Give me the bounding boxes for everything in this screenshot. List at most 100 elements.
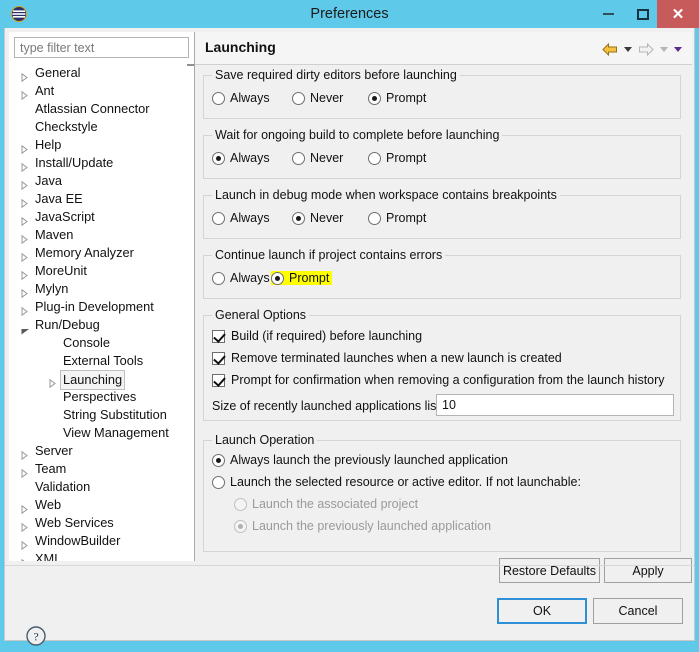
expand-arrow-icon[interactable] [21, 249, 28, 263]
radio-launch-selected-resource[interactable]: Launch the selected resource or active e… [212, 475, 581, 489]
tree-item-label: Launching [60, 370, 126, 390]
tree-item-label: External Tools [63, 353, 144, 368]
forward-button[interactable] [636, 40, 656, 58]
tree-item-label: Checkstyle [35, 119, 98, 134]
ok-button[interactable]: OK [497, 598, 587, 624]
radio-save-prompt[interactable]: Prompt [368, 91, 426, 105]
radio-label: Always [230, 91, 270, 105]
tree-item-team[interactable]: Team [9, 460, 186, 479]
expand-arrow-icon[interactable] [21, 213, 28, 227]
radio-label: Always [230, 151, 270, 165]
expand-arrow-icon[interactable] [21, 267, 28, 281]
tree-item-help[interactable]: Help [9, 136, 186, 155]
group-legend: Continue launch if project contains erro… [212, 248, 446, 262]
cancel-button[interactable]: Cancel [593, 598, 683, 624]
expand-arrow-icon[interactable] [21, 519, 28, 533]
tree-item-label: Mylyn [35, 281, 69, 296]
apply-button[interactable]: Apply [604, 558, 692, 583]
tree-item-windowbuilder[interactable]: WindowBuilder [9, 532, 186, 551]
tree-item-maven[interactable]: Maven [9, 226, 186, 245]
page-view-menu[interactable] [672, 40, 684, 58]
tree-item-label: JavaScript [35, 209, 95, 224]
tree-item-label: Ant [35, 83, 55, 98]
preferences-window: Preferences ✕ General Ant Atlassian Connec… [0, 0, 699, 647]
tree-item-validation[interactable]: Validation [9, 478, 186, 496]
radio-always-launch-previous[interactable]: Always launch the previously launched ap… [212, 453, 508, 467]
checkbox-icon [212, 373, 225, 387]
expand-arrow-icon[interactable] [21, 501, 28, 515]
recent-launch-size-input[interactable] [436, 394, 674, 416]
expand-arrow-icon[interactable] [21, 285, 28, 299]
expand-arrow-icon[interactable] [21, 159, 28, 173]
radio-wait-prompt[interactable]: Prompt [368, 151, 426, 165]
help-question-icon[interactable]: ? [25, 625, 47, 647]
tree-item-ant[interactable]: Ant [9, 82, 186, 101]
expand-arrow-icon[interactable] [21, 69, 28, 83]
radio-wait-always[interactable]: Always [212, 151, 270, 165]
tree-item-atlassian-connector[interactable]: Atlassian Connector [9, 100, 186, 118]
tree-item-external-tools[interactable]: External Tools [9, 352, 186, 370]
radio-save-always[interactable]: Always [212, 91, 270, 105]
recent-launch-size-label: Size of recently launched applications l… [212, 399, 444, 413]
tree-item-mylyn[interactable]: Mylyn [9, 280, 186, 299]
back-history-dropdown[interactable] [622, 40, 634, 58]
expand-arrow-icon[interactable] [49, 375, 56, 389]
expand-arrow-icon[interactable] [21, 303, 28, 317]
tree-item-plug-in-development[interactable]: Plug-in Development [9, 298, 186, 317]
radio-debug-never[interactable]: Never [292, 211, 343, 225]
expand-arrow-icon[interactable] [21, 537, 28, 551]
checkbox-remove-terminated-launches[interactable]: Remove terminated launches when a new la… [212, 351, 562, 365]
tree-item-javascript[interactable]: JavaScript [9, 208, 186, 227]
tree-item-label: View Management [63, 425, 169, 440]
expand-arrow-icon[interactable] [21, 87, 28, 101]
collapse-arrow-icon[interactable] [21, 322, 30, 335]
tree-item-run-debug[interactable]: Run/Debug [9, 316, 186, 335]
page-title: Launching [205, 39, 276, 55]
tree-item-checkstyle[interactable]: Checkstyle [9, 118, 186, 136]
expand-arrow-icon[interactable] [21, 177, 28, 191]
tree-item-java-ee[interactable]: Java EE [9, 190, 186, 209]
group-legend: Wait for ongoing build to complete befor… [212, 128, 503, 142]
tree-item-general[interactable]: General [9, 64, 186, 83]
radio-label: Always launch the previously launched ap… [230, 453, 508, 467]
tree-item-install-update[interactable]: Install/Update [9, 154, 186, 173]
checkbox-build-before-launching[interactable]: Build (if required) before launching [212, 329, 422, 343]
radio-debug-always[interactable]: Always [212, 211, 270, 225]
tree-scrollbar[interactable] [187, 64, 194, 66]
tree-item-perspectives[interactable]: Perspectives [9, 388, 186, 406]
tree-item-memory-analyzer[interactable]: Memory Analyzer [9, 244, 186, 263]
tree-item-web[interactable]: Web [9, 496, 186, 515]
filter-input[interactable] [14, 37, 189, 58]
radio-label: Prompt [386, 211, 427, 225]
tree-item-console[interactable]: Console [9, 334, 186, 352]
back-button[interactable] [600, 40, 620, 58]
radio-errors-always[interactable]: Always [212, 271, 270, 285]
expand-arrow-icon[interactable] [21, 465, 28, 479]
tree-item-view-management[interactable]: View Management [9, 424, 186, 442]
tree-item-server[interactable]: Server [9, 442, 186, 461]
checkbox-prompt-remove-configuration[interactable]: Prompt for confirmation when removing a … [212, 373, 665, 387]
close-button[interactable]: ✕ [657, 0, 699, 28]
tree-item-moreunit[interactable]: MoreUnit [9, 262, 186, 281]
tree-item-java[interactable]: Java [9, 172, 186, 191]
tree-item-web-services[interactable]: Web Services [9, 514, 186, 533]
radio-launch-associated-project: Launch the associated project [234, 497, 418, 511]
tree-item-label: Validation [35, 479, 91, 494]
tree-item-label: Console [63, 335, 110, 350]
tree-item-xml[interactable]: XML [9, 550, 186, 561]
expand-arrow-icon[interactable] [21, 195, 28, 209]
radio-errors-prompt[interactable]: Prompt [271, 271, 333, 285]
expand-arrow-icon[interactable] [21, 231, 28, 245]
expand-arrow-icon[interactable] [21, 555, 28, 561]
tree-item-launching[interactable]: Launching [9, 370, 186, 390]
radio-save-never[interactable]: Never [292, 91, 343, 105]
tree-item-string-substitution[interactable]: String Substitution [9, 406, 186, 424]
radio-debug-prompt[interactable]: Prompt [368, 211, 426, 225]
expand-arrow-icon[interactable] [21, 141, 28, 155]
restore-defaults-button[interactable]: Restore Defaults [499, 558, 600, 583]
preferences-tree[interactable]: General Ant Atlassian Connector Checkstyle H… [9, 64, 186, 561]
forward-history-dropdown[interactable] [658, 40, 670, 58]
radio-label: Prompt [386, 151, 427, 165]
expand-arrow-icon[interactable] [21, 447, 28, 461]
radio-wait-never[interactable]: Never [292, 151, 343, 165]
